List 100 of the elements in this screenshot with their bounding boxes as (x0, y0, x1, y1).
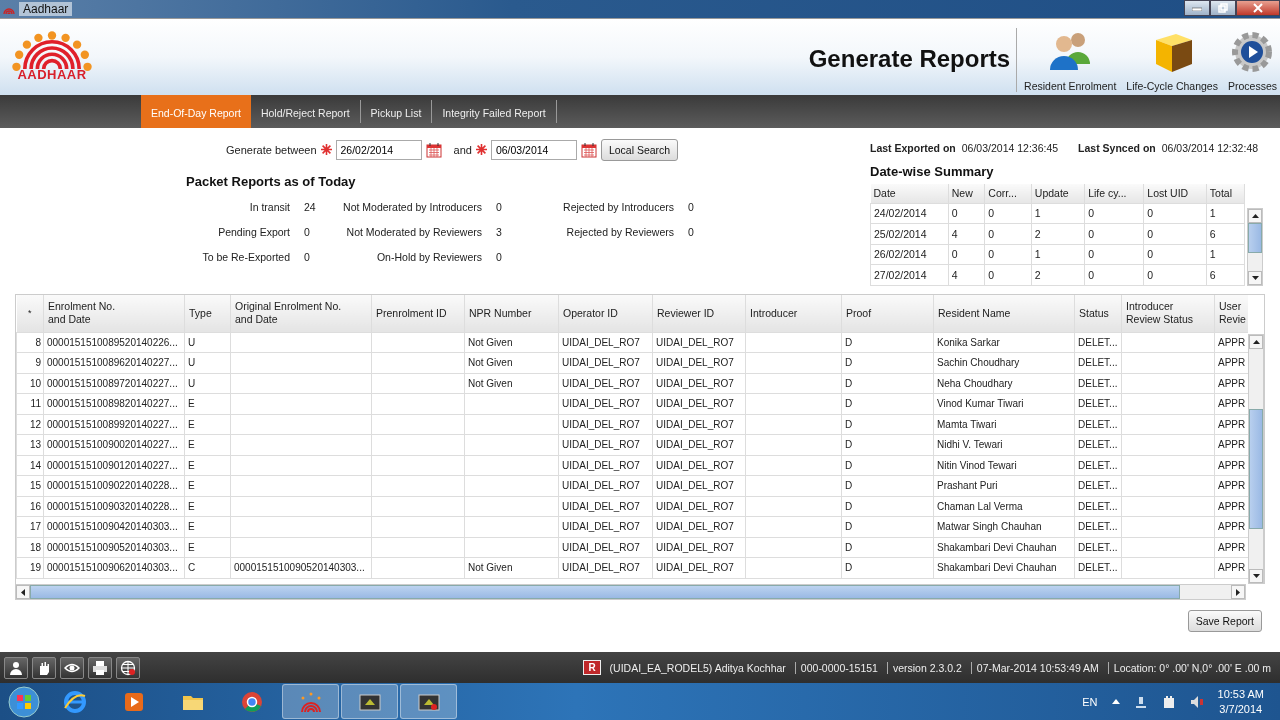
table-cell: 0000151510089520140226... (43, 332, 185, 353)
table-cell: 25/02/2014 (870, 223, 949, 244)
column-header[interactable]: * (16, 295, 44, 332)
table-cell: D (841, 537, 934, 558)
scroll-up-button[interactable] (1249, 335, 1263, 349)
toolbar-button[interactable] (88, 656, 112, 679)
column-header[interactable]: Introducer (745, 295, 842, 332)
table-cell: UIDAI_DEL_RO7 (652, 434, 746, 455)
up-arrow-icon (1251, 213, 1259, 218)
column-header[interactable]: Lost UID (1143, 184, 1207, 203)
table-cell: 0 (1084, 203, 1144, 224)
calendar-icon[interactable] (580, 141, 597, 158)
table-cell: 24/02/2014 (870, 203, 949, 224)
calendar-icon[interactable] (425, 141, 442, 158)
column-header[interactable]: Introducer Review Status (1121, 295, 1215, 332)
date-field[interactable]: 26/02/2014 (335, 139, 422, 160)
table-cell: 0000151510089620140227... (43, 352, 185, 373)
scroll-right-button[interactable] (1231, 585, 1245, 599)
toolbar-button[interactable]: Resident Enrolment (1021, 28, 1120, 92)
table-cell: 0 (948, 244, 985, 265)
person-icon (8, 659, 24, 676)
table-cell: Matwar Singh Chauhan (933, 516, 1075, 537)
table-cell: E (184, 537, 231, 558)
toolbar-button[interactable] (32, 656, 56, 679)
taskbar-button[interactable] (341, 684, 398, 719)
toolbar-button[interactable] (4, 656, 28, 679)
tab[interactable]: Integrity Failed Report (432, 100, 557, 123)
table-cell: DELET... (1074, 332, 1122, 353)
toolbar-button[interactable] (116, 656, 140, 679)
table-cell: Not Given (464, 373, 559, 394)
minimize-button[interactable] (1184, 0, 1210, 16)
table-cell: D (841, 496, 934, 517)
toolbar-button[interactable] (60, 656, 84, 679)
scrollbar-thumb[interactable] (1249, 409, 1263, 529)
restore-button[interactable] (1210, 0, 1236, 16)
stat-label: Pending Export (217, 226, 290, 238)
table-cell: D (841, 455, 934, 476)
scroll-down-button[interactable] (1249, 569, 1263, 583)
vertical-scrollbar[interactable] (1247, 207, 1263, 286)
table-cell: UIDAI_DEL_RO7 (652, 516, 746, 537)
table-cell: 0 (1143, 244, 1207, 265)
toolbar-button[interactable]: Life-Cycle Changes (1123, 28, 1221, 92)
table-cell: Mamta Tiwari (933, 414, 1075, 435)
horizontal-scrollbar[interactable] (15, 584, 1246, 600)
column-header[interactable]: Life cy... (1084, 184, 1144, 203)
table-cell: Vinod Kumar Tiwari (933, 393, 1075, 414)
table-cell: D (841, 475, 934, 496)
column-header[interactable]: NPR Number (464, 295, 559, 332)
column-header[interactable]: Total (1206, 184, 1245, 203)
table-cell: 0000151510090320140228... (43, 496, 185, 517)
taskbar-button[interactable] (400, 684, 457, 719)
toolbar-button[interactable]: Processes (1224, 28, 1280, 92)
table-cell: D (841, 414, 934, 435)
scroll-down-button[interactable] (1248, 270, 1262, 285)
column-header[interactable]: Original Enrolment No. and Date (230, 295, 372, 332)
table-cell: UIDAI_DEL_RO7 (558, 393, 653, 414)
column-header[interactable]: Corr... (984, 184, 1032, 203)
column-header[interactable]: Operator ID (558, 295, 653, 332)
field-label: and (453, 143, 472, 156)
column-header[interactable]: User Revie (1214, 295, 1248, 332)
column-header[interactable]: Type (184, 295, 231, 332)
power-icon[interactable] (1161, 694, 1176, 709)
scrollbar-thumb[interactable] (1248, 222, 1262, 253)
scrollbar-thumb[interactable] (30, 585, 1180, 599)
stat-value: 0 (687, 226, 694, 238)
scroll-left-button[interactable] (16, 585, 30, 599)
date-field[interactable]: 06/03/2014 (490, 139, 577, 160)
column-header[interactable]: Prenrolment ID (371, 295, 465, 332)
row-number: 14 (16, 455, 44, 476)
table-cell: 26/02/2014 (870, 244, 949, 265)
row-number: 9 (16, 352, 44, 373)
close-button[interactable] (1236, 0, 1280, 16)
tab[interactable]: Hold/Reject Report (250, 100, 361, 123)
status-text: (UIDAI_EA_RODEL5) Aditya Kochhar (608, 661, 787, 674)
table-cell: E (184, 516, 231, 537)
table-cell: E (184, 455, 231, 476)
table-cell: UIDAI_DEL_RO7 (558, 496, 653, 517)
column-header[interactable]: New (948, 184, 985, 203)
tab[interactable]: Pickup List (360, 100, 433, 123)
column-header[interactable]: Status (1074, 295, 1122, 332)
column-header[interactable]: Update (1031, 184, 1085, 203)
column-header[interactable]: Proof (841, 295, 934, 332)
save-button[interactable]: Save Report (1187, 610, 1262, 632)
network-icon[interactable] (1133, 694, 1148, 709)
table-cell: 6 (1206, 223, 1245, 244)
volume-icon[interactable] (1189, 694, 1204, 709)
table-cell: UIDAI_DEL_RO7 (558, 455, 653, 476)
section-title: Packet Reports as of Today (186, 174, 357, 189)
column-header[interactable]: Reviewer ID (652, 295, 746, 332)
column-header[interactable]: Date (870, 184, 949, 203)
chevron-up-icon[interactable] (1111, 699, 1120, 704)
language-indicator[interactable]: EN (1082, 695, 1098, 708)
scroll-up-button[interactable] (1248, 208, 1262, 223)
column-header[interactable]: Resident Name (933, 295, 1075, 332)
column-header[interactable]: Enrolment No. and Date (43, 295, 185, 332)
table-cell: 0000151510090520140303... (230, 557, 372, 578)
table-cell: D (841, 516, 934, 537)
vertical-scrollbar[interactable] (1248, 334, 1264, 584)
search-button[interactable]: Local Search (600, 138, 679, 161)
table-cell: DELET... (1074, 414, 1122, 435)
